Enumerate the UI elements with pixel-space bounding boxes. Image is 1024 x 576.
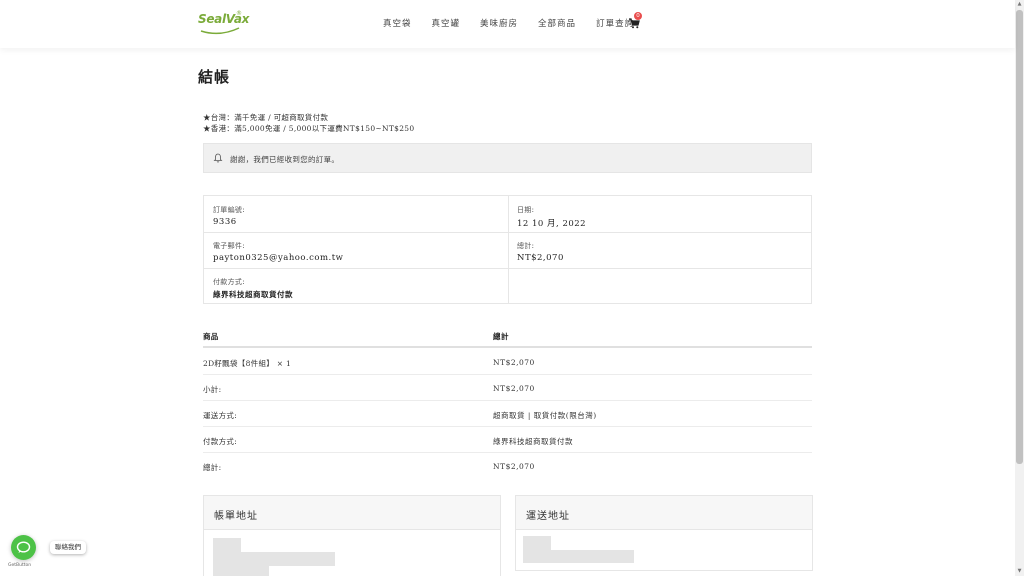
row-value: NT$2,070 xyxy=(493,358,535,367)
row-value: 綠界科技超商取貨付款 xyxy=(493,437,573,446)
shipping-note-taiwan: ★台灣：滿千免運 / 可超商取貨付款 xyxy=(203,113,329,122)
order-total-value: NT$2,070 xyxy=(517,253,564,263)
row-label: 付款方式: xyxy=(203,437,238,446)
table-row: 付款方式: 綠界科技超商取貨付款 xyxy=(203,427,812,453)
payment-method-label: 付款方式: xyxy=(213,278,245,286)
order-email-label: 電子郵件: xyxy=(213,242,245,250)
scroll-up-arrow-icon[interactable]: ▲ xyxy=(1015,0,1024,9)
nav-all-products[interactable]: 全部商品 xyxy=(538,17,576,29)
order-number-label: 訂單編號: xyxy=(213,206,245,214)
sealvax-logo[interactable]: SealVax ® xyxy=(198,10,249,38)
row-label: 總計: xyxy=(203,463,222,472)
redacted-block xyxy=(523,550,634,563)
nav-vacuum-bags[interactable]: 真空袋 xyxy=(383,17,412,29)
order-date-value: 12 10 月, 2022 xyxy=(517,219,587,229)
redacted-block xyxy=(213,566,269,576)
order-email-value: payton0325@yahoo.com.tw xyxy=(213,253,344,263)
overview-divider xyxy=(204,232,811,233)
order-date-cell: 日期: 12 10 月, 2022 xyxy=(517,205,586,229)
payment-method-cell: 付款方式: 綠界科技超商取貨付款 xyxy=(213,277,293,300)
chat-bubble-icon xyxy=(16,541,31,553)
scroll-down-arrow-icon[interactable]: ▼ xyxy=(1015,567,1024,576)
main-nav: 真空袋 真空罐 美味廚房 全部商品 訂單查詢 xyxy=(383,17,654,29)
order-total-label: 總計: xyxy=(517,242,535,250)
cart-count-badge: 0 xyxy=(634,12,642,20)
redacted-block xyxy=(213,552,335,566)
bell-icon xyxy=(213,153,223,163)
table-row: 2D籽飄袋【8件組】 × 1 NT$2,070 xyxy=(203,349,812,375)
row-label: 運送方式: xyxy=(203,411,238,420)
order-received-notice: 謝謝，我們已經收到您的訂單。 xyxy=(203,143,812,173)
row-label: 小計: xyxy=(203,385,222,394)
shipping-address-panel: 運送地址 xyxy=(515,495,813,571)
table-row: 運送方式: 超商取貨 | 取貨付款(限台灣) xyxy=(203,401,812,427)
column-header-total: 總計 xyxy=(493,332,509,341)
shipping-address-title: 運送地址 xyxy=(516,496,812,530)
nav-kitchen[interactable]: 美味廚房 xyxy=(480,17,518,29)
billing-address-panel: 帳單地址 xyxy=(203,495,501,576)
order-number-value: 9336 xyxy=(213,217,237,227)
getbutton-credit-link[interactable]: GetButton xyxy=(8,563,31,568)
order-number-cell: 訂單編號: 9336 xyxy=(213,205,245,227)
scrollbar-thumb[interactable] xyxy=(1016,10,1023,464)
order-date-label: 日期: xyxy=(517,206,535,214)
shipping-note-hongkong: ★香港：滿5,000免運 / 5,000以下運費NT$150~NT$250 xyxy=(203,124,415,133)
column-header-product: 商品 xyxy=(203,332,219,341)
product-name-link[interactable]: 2D籽飄袋【8件組】 × 1 xyxy=(203,358,291,369)
row-value: NT$2,070 xyxy=(493,384,535,393)
payment-method-value: 綠界科技超商取貨付款 xyxy=(213,290,293,299)
nav-vacuum-jars[interactable]: 真空罐 xyxy=(432,17,461,29)
chat-button[interactable] xyxy=(11,535,36,560)
logo-leaf-icon xyxy=(200,27,240,35)
row-value: 超商取貨 | 取貨付款(限台灣) xyxy=(493,411,597,420)
page-title: 結帳 xyxy=(198,68,231,86)
table-header-row: 商品 總計 xyxy=(203,322,812,348)
table-row: 小計: NT$2,070 xyxy=(203,375,812,401)
billing-address-title: 帳單地址 xyxy=(204,496,500,530)
table-row: 總計: NT$2,070 xyxy=(203,453,812,479)
site-header: SealVax ® 真空袋 真空罐 美味廚房 全部商品 訂單查詢 0 xyxy=(0,0,1015,48)
row-value: NT$2,070 xyxy=(493,462,535,471)
logo-registered-mark: ® xyxy=(236,10,242,17)
overview-divider xyxy=(508,196,509,304)
overview-divider xyxy=(204,268,811,269)
order-total-cell: 總計: NT$2,070 xyxy=(517,241,564,263)
order-email-cell: 電子郵件: payton0325@yahoo.com.tw xyxy=(213,241,343,263)
order-overview: 訂單編號: 9336 日期: 12 10 月, 2022 電子郵件: payto… xyxy=(203,195,812,304)
chat-label[interactable]: 聯絡我們 xyxy=(50,541,86,554)
notice-text: 謝謝，我們已經收到您的訂單。 xyxy=(230,155,340,164)
